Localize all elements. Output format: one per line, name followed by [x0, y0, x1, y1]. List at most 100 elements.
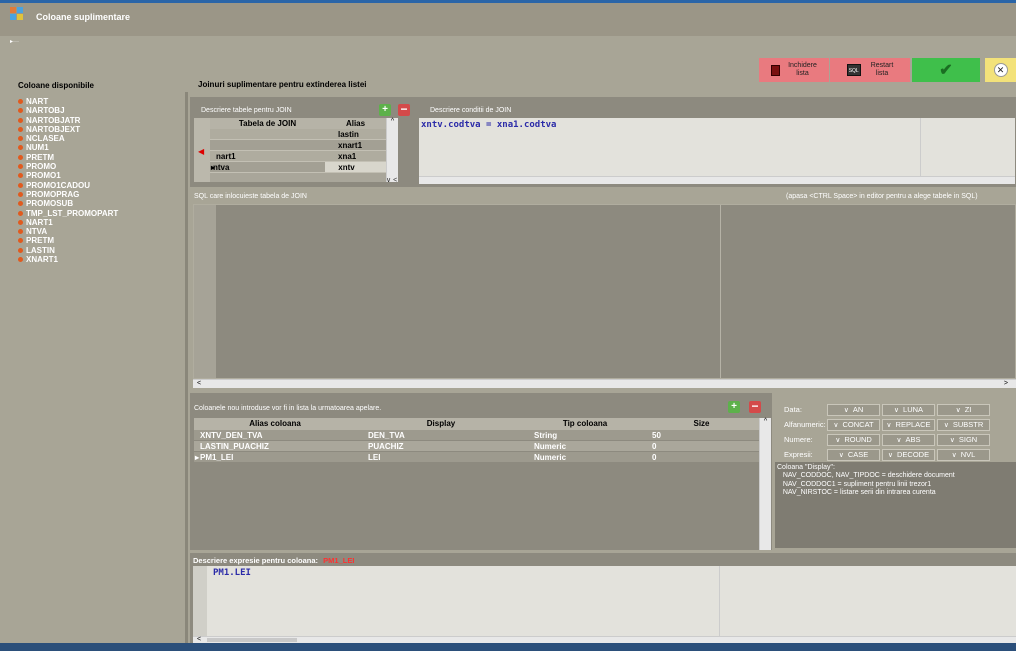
- function-button[interactable]: ∨ ZI: [937, 403, 990, 416]
- available-column-item[interactable]: NCLASEA: [18, 134, 178, 143]
- bullet-icon: [18, 191, 23, 197]
- bullet-icon: [18, 257, 23, 263]
- join-col-table: Tabela de JOIN: [238, 119, 297, 128]
- available-column-item[interactable]: PROMO: [18, 162, 178, 171]
- function-button[interactable]: ∨ CASE: [827, 448, 880, 461]
- available-column-item[interactable]: NART1: [18, 218, 178, 227]
- join-alias-cell: xnart1: [338, 141, 363, 150]
- bullet-icon: [18, 173, 23, 179]
- expr-text: PM1.LEI: [213, 568, 251, 578]
- join-table-cell: nart1: [216, 152, 236, 161]
- bullet-icon: [18, 108, 23, 114]
- bullet-icon: [18, 210, 23, 216]
- available-column-item[interactable]: NUM1: [18, 143, 178, 152]
- newcols-grid[interactable]: Alias coloana Display Tip coloana Size X…: [194, 418, 759, 548]
- function-button[interactable]: ∨ NVL: [937, 448, 990, 461]
- cell-type: Numeric: [534, 453, 567, 462]
- function-button[interactable]: ∨ ABS: [882, 433, 935, 446]
- function-button[interactable]: ∨ REPLACE: [882, 418, 935, 431]
- join-grid-hscroll[interactable]: ∨ <: [386, 176, 414, 184]
- restart-icon: SQL: [846, 64, 861, 76]
- chevron-down-icon: ∨: [887, 451, 894, 459]
- close-list-button[interactable]: Inchidere lista: [759, 58, 829, 82]
- join-tables-label: Descriere tabele pentru JOIN: [201, 107, 292, 114]
- bullet-icon: [18, 182, 23, 188]
- function-button[interactable]: ∨ ROUND: [827, 433, 880, 446]
- available-column-item[interactable]: NARTOBJ: [18, 106, 178, 115]
- chevron-down-icon: ∨: [835, 436, 841, 444]
- current-row-icon: ▸: [195, 453, 200, 462]
- bullet-icon: [18, 164, 23, 170]
- available-columns-list[interactable]: NART NARTOBJ NARTOBJATR NARTOBJEXT NCLASEA NU…: [18, 97, 178, 264]
- function-button[interactable]: ∨ LUNA: [882, 403, 935, 416]
- newcols-vscroll[interactable]: ^: [759, 418, 771, 550]
- join-alias-cell: xna1: [338, 152, 357, 161]
- join-table-cell: ntva: [213, 163, 230, 172]
- expr-editor[interactable]: PM1.LEI: [193, 566, 1016, 636]
- add-column-button[interactable]: +: [728, 401, 740, 413]
- col-alias: Alias coloana: [249, 419, 301, 428]
- chevron-down-icon: ∨: [833, 421, 839, 429]
- join-row[interactable]: ▸ ntva xntv: [210, 162, 386, 173]
- expr-label: Descriere expresie pentru coloana:: [193, 556, 319, 565]
- table-row[interactable]: LASTIN_PUACHIZ PUACHIZ Numeric 0: [194, 441, 759, 452]
- restart-list-button[interactable]: SQL Restart lista: [830, 58, 910, 82]
- display-info: Coloana "Display": NAV_CODDOC, NAV_TIPDO…: [775, 462, 1016, 548]
- available-column-item[interactable]: XNART1: [18, 255, 178, 264]
- ok-button[interactable]: ✔: [912, 58, 980, 82]
- available-column-item[interactable]: LASTIN: [18, 246, 178, 255]
- cell-size: 0: [652, 453, 657, 462]
- table-row[interactable]: ▸ PM1_LEI LEI Numeric 0: [194, 452, 759, 463]
- cell-display: LEI: [368, 453, 381, 462]
- sql-editor[interactable]: [193, 204, 1016, 379]
- available-column-item[interactable]: NTVA: [18, 227, 178, 236]
- available-column-item[interactable]: NARTOBJEXT: [18, 125, 178, 134]
- cell-display: DEN_TVA: [368, 431, 405, 440]
- join-row[interactable]: lastin: [210, 129, 386, 140]
- function-button[interactable]: ∨ CONCAT: [827, 418, 880, 431]
- bullet-icon: [18, 219, 23, 225]
- available-column-item[interactable]: PRETM: [18, 153, 178, 162]
- join-row[interactable]: xnart1: [210, 140, 386, 151]
- function-button[interactable]: ∨ DECODE: [882, 448, 935, 461]
- chevron-down-icon: ∨: [886, 421, 892, 429]
- remove-column-button[interactable]: −: [749, 400, 761, 413]
- chevron-down-icon: ∨: [949, 436, 955, 444]
- available-column-item[interactable]: PROMOPRAG: [18, 190, 178, 199]
- join-editor-hscroll[interactable]: [419, 176, 1015, 184]
- join-condition-editor[interactable]: xntv.codtva = xna1.codtva: [419, 118, 1015, 176]
- sql-hscroll[interactable]: < >: [193, 379, 1016, 388]
- splitter[interactable]: [185, 92, 188, 651]
- bullet-icon: [18, 126, 23, 132]
- join-grid-vscroll[interactable]: ^: [386, 118, 398, 182]
- join-alias-cell: lastin: [338, 130, 359, 139]
- cell-alias: LASTIN_PUACHIZ: [200, 442, 269, 451]
- expr-hscroll[interactable]: <: [193, 636, 1016, 643]
- available-column-item[interactable]: TMP_LST_PROMOPART: [18, 209, 178, 218]
- function-group-label: Data:: [784, 405, 802, 414]
- join-grid[interactable]: Tabela de JOIN Alias ◀ lastin xnart1 nart1…: [194, 118, 386, 182]
- available-column-item[interactable]: PRETM: [18, 236, 178, 245]
- join-row[interactable]: nart1 xna1: [210, 151, 386, 162]
- cell-type: Numeric: [534, 442, 567, 451]
- function-button[interactable]: ∨ AN: [827, 403, 880, 416]
- function-button[interactable]: ∨ SIGN: [937, 433, 990, 446]
- available-column-item[interactable]: NARTOBJATR: [18, 116, 178, 125]
- available-column-item[interactable]: NART: [18, 97, 178, 106]
- system-menu-icon[interactable]: ▸···: [10, 39, 20, 45]
- function-group-label: Expresii:: [784, 450, 813, 459]
- available-column-item[interactable]: PROMOSUB: [18, 199, 178, 208]
- chevron-down-icon: ∨: [838, 451, 844, 459]
- function-button[interactable]: ∨ SUBSTR: [937, 418, 990, 431]
- cancel-button[interactable]: ✕: [985, 58, 1016, 82]
- available-column-item[interactable]: PROMO1: [18, 171, 178, 180]
- join-table-cell: [210, 140, 325, 150]
- close-doc-icon: [771, 64, 781, 76]
- close-icon: ✕: [993, 63, 1008, 77]
- table-row[interactable]: XNTV_DEN_TVA DEN_TVA String 50: [194, 430, 759, 441]
- add-join-button[interactable]: +: [379, 104, 391, 116]
- bullet-icon: [18, 154, 23, 160]
- cell-size: 0: [652, 442, 657, 451]
- available-column-item[interactable]: PROMO1CADOU: [18, 181, 178, 190]
- remove-join-button[interactable]: −: [398, 103, 410, 116]
